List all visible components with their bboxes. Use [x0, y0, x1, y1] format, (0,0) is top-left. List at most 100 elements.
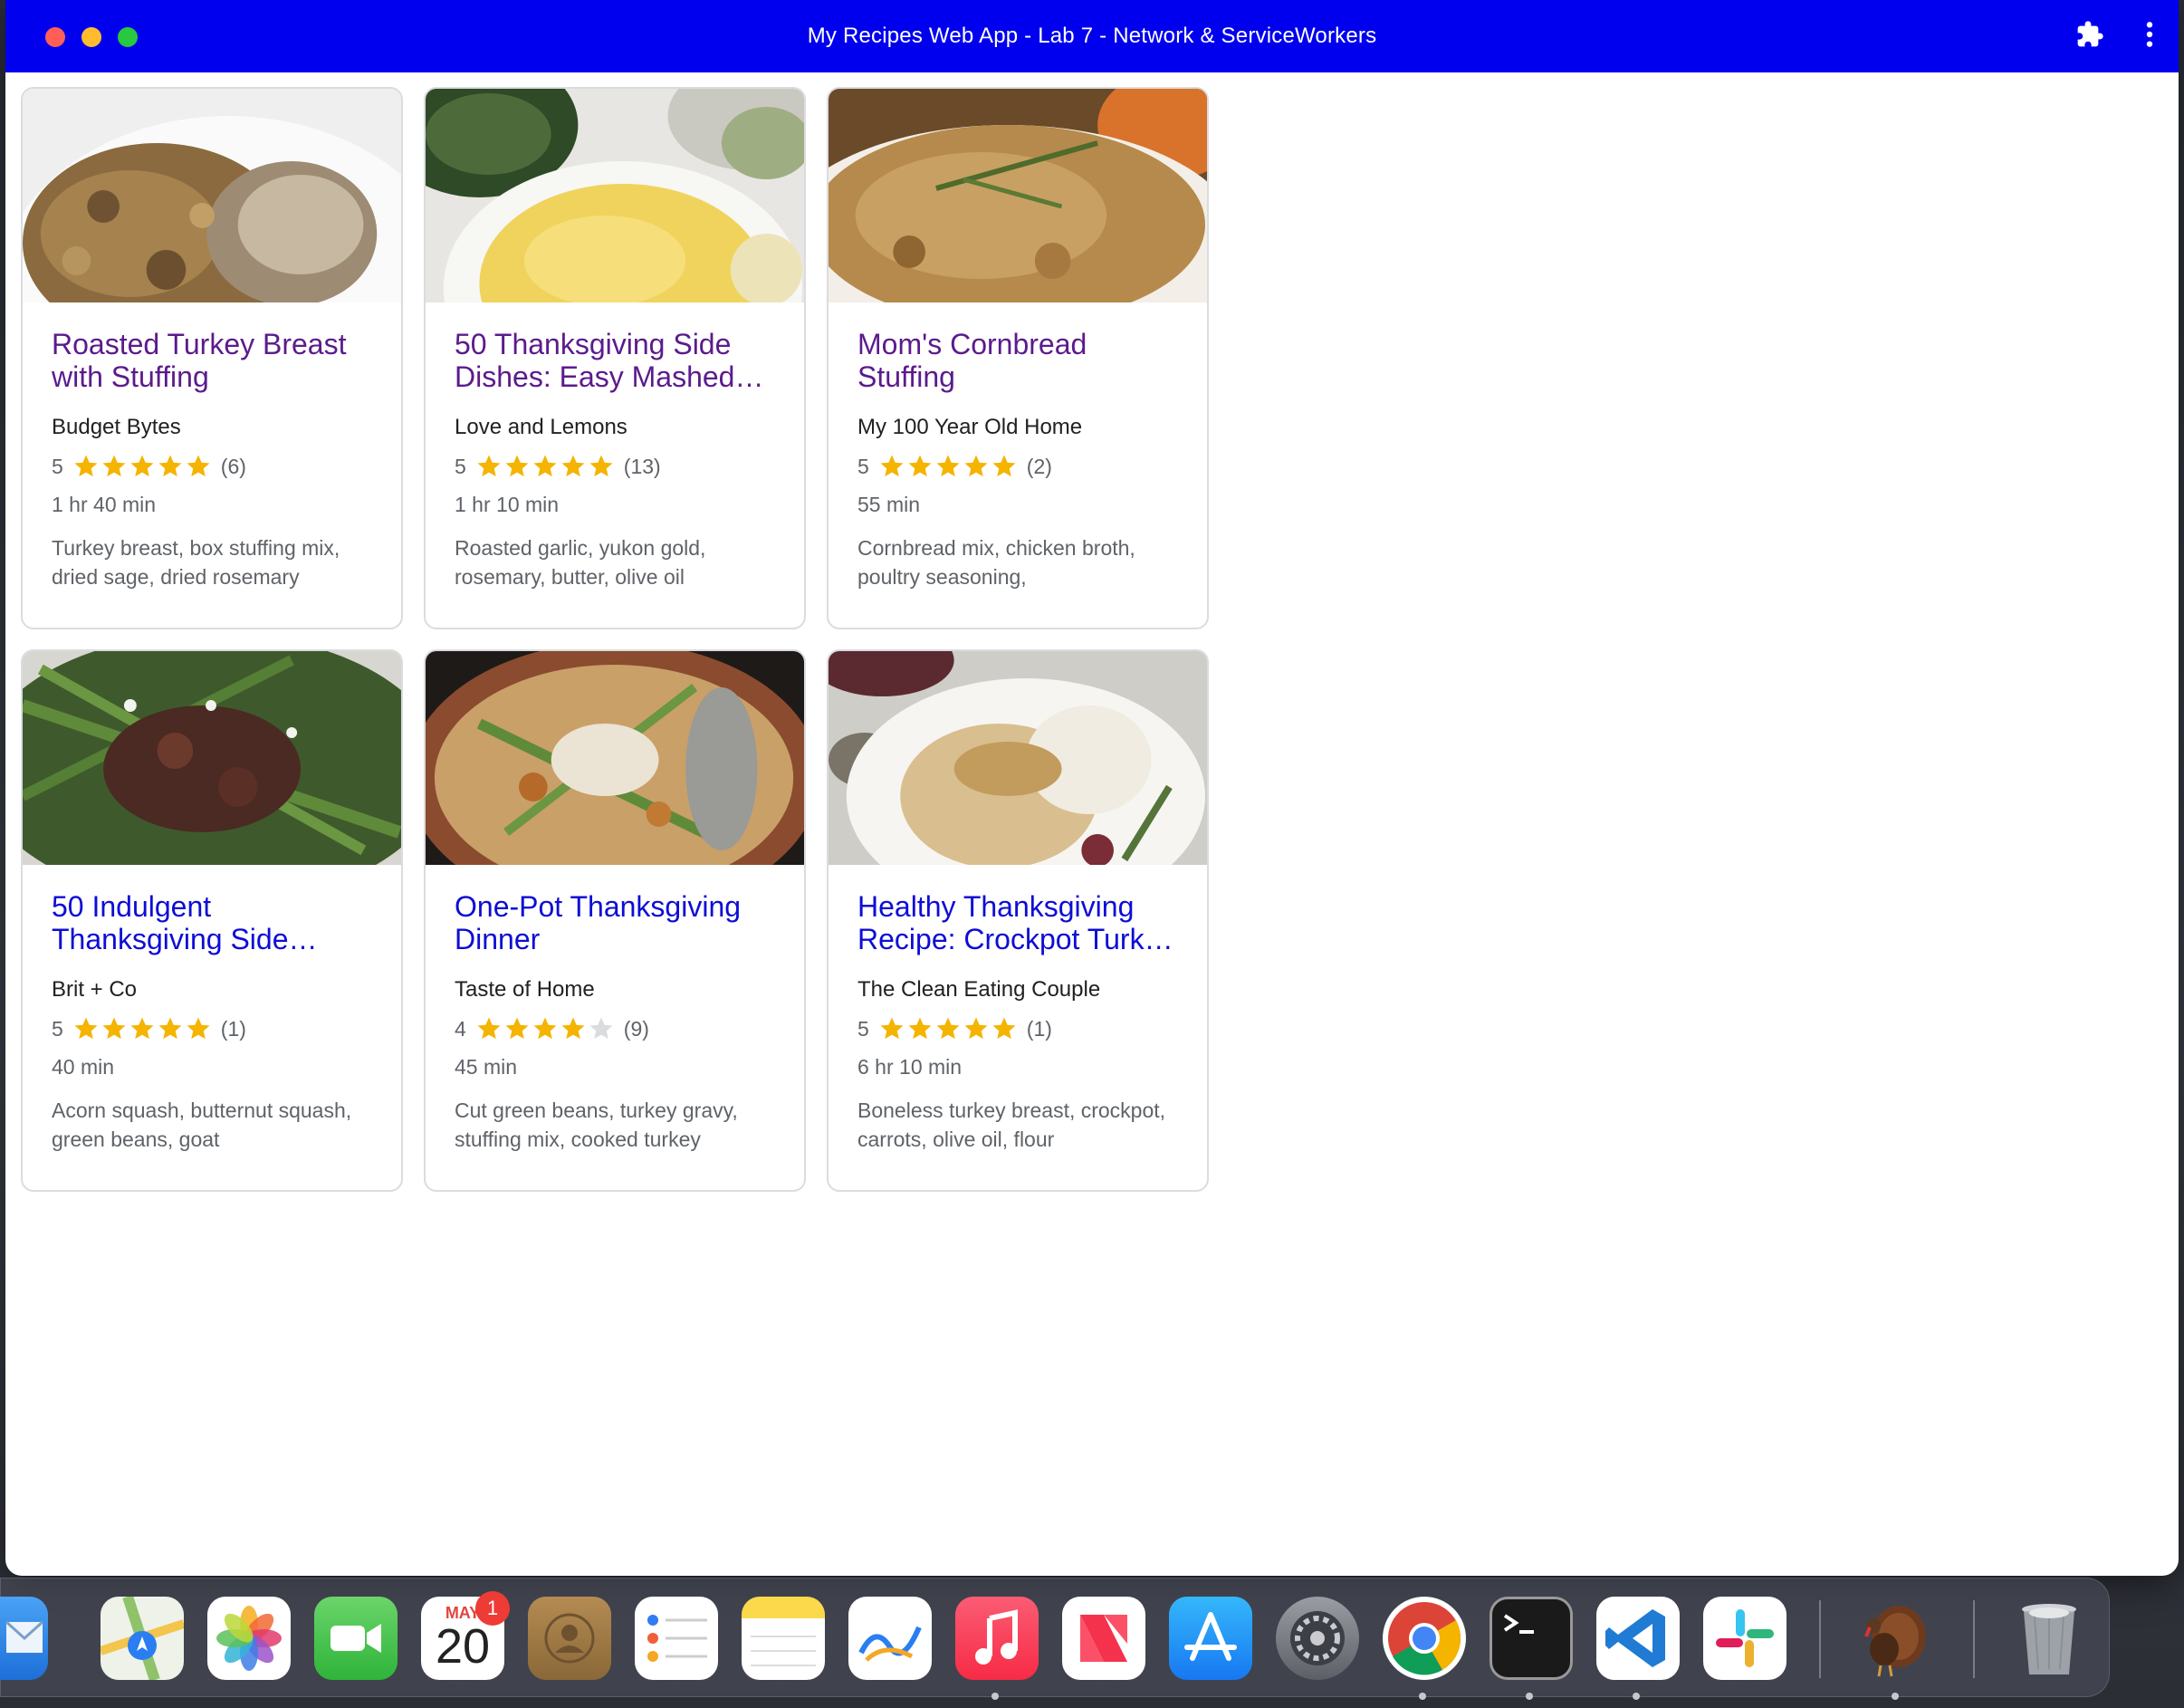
star-filled-icon [589, 455, 613, 477]
mashed-potatoes-image [426, 89, 804, 302]
one-pot-dinner-image [426, 651, 804, 865]
star-rating [878, 453, 1018, 480]
star-filled-icon [505, 455, 529, 477]
recipe-card[interactable]: 50 Thanksgiving Side Dishes: Easy Mashed… [424, 87, 806, 629]
star-filled-icon [561, 1017, 585, 1040]
star-filled-icon [880, 1017, 904, 1040]
star-filled-icon [505, 1017, 529, 1040]
star-filled-icon [74, 455, 98, 477]
dock-separator [1973, 1600, 1975, 1678]
browser-window: My Recipes Web App - Lab 7 - Network & S… [5, 0, 2179, 1576]
review-count: (9) [623, 1016, 649, 1041]
more-options-icon[interactable] [2144, 20, 2155, 49]
star-filled-icon [158, 455, 182, 477]
star-empty-icon [589, 1017, 613, 1040]
recipe-rating: 5 (1) [52, 1015, 372, 1042]
contacts-icon[interactable] [528, 1597, 611, 1680]
recipe-source: Brit + Co [52, 977, 138, 1002]
review-count: (1) [220, 1016, 246, 1041]
recipe-title-link[interactable]: One-Pot Thanksgiving Dinner [455, 890, 775, 955]
music-icon[interactable] [955, 1597, 1039, 1680]
app-store-icon[interactable] [1169, 1597, 1252, 1680]
recipe-ingredients: Acorn squash, butternut squash, green be… [52, 1099, 352, 1151]
vscode-icon[interactable] [1596, 1597, 1680, 1680]
review-count: (1) [1026, 1016, 1052, 1041]
recipe-ingredients: Cornbread mix, chicken broth, poultry se… [857, 536, 1135, 589]
freeform-icon[interactable] [848, 1597, 932, 1680]
running-indicator [1892, 1693, 1899, 1700]
rating-score: 4 [455, 1016, 466, 1041]
recipe-source: Love and Lemons [455, 415, 627, 439]
recipe-source: The Clean Eating Couple [857, 977, 1101, 1002]
window-title: My Recipes Web App - Lab 7 - Network & S… [807, 24, 1377, 48]
star-filled-icon [992, 455, 1016, 477]
star-rating [475, 1015, 615, 1042]
recipe-time: 45 min [455, 1055, 518, 1079]
system-settings-icon[interactable] [1276, 1597, 1359, 1680]
recipe-ingredients: Cut green beans, turkey gravy, stuffing … [455, 1099, 738, 1151]
recipe-rating: 5 (13) [455, 453, 775, 480]
recipe-ingredients: Boneless turkey breast, crockpot, carrot… [857, 1099, 1166, 1151]
extensions-puzzle-icon[interactable] [2075, 20, 2104, 49]
star-filled-icon [992, 1017, 1016, 1040]
maps-icon[interactable] [99, 1595, 186, 1682]
mail-icon[interactable] [0, 1597, 48, 1680]
turkey-stuffing-image [23, 89, 401, 302]
star-filled-icon [533, 455, 557, 477]
news-icon[interactable] [1062, 1597, 1145, 1680]
star-filled-icon [130, 1017, 154, 1040]
trash-icon[interactable] [2007, 1597, 2091, 1680]
calendar-icon[interactable]: MAY 20 1 [421, 1591, 510, 1680]
recipe-card[interactable]: 50 Indulgent Thanksgiving Side… Brit + C… [21, 649, 403, 1192]
star-filled-icon [908, 1017, 932, 1040]
minimize-window-button[interactable] [81, 27, 101, 47]
recipe-title-link[interactable]: 50 Indulgent Thanksgiving Side… [52, 890, 372, 955]
recipe-rating: 5 (1) [857, 1015, 1178, 1042]
recipe-rating: 5 (2) [857, 453, 1178, 480]
rating-score: 5 [455, 454, 466, 478]
recipe-rating: 4 (9) [455, 1015, 775, 1042]
recipe-card[interactable]: Roasted Turkey Breast with Stuffing Budg… [21, 87, 403, 629]
recipe-rating: 5 (6) [52, 453, 372, 480]
recipe-card[interactable]: Healthy Thanksgiving Recipe: Crockpot Tu… [827, 649, 1209, 1192]
star-filled-icon [533, 1017, 557, 1040]
star-filled-icon [908, 455, 932, 477]
close-window-button[interactable] [45, 27, 65, 47]
running-indicator [1526, 1693, 1533, 1700]
recipe-ingredients: Roasted garlic, yukon gold, rosemary, bu… [455, 536, 706, 589]
reminders-icon[interactable] [635, 1597, 718, 1680]
star-filled-icon [936, 455, 960, 477]
star-filled-icon [477, 1017, 501, 1040]
terminal-icon[interactable] [1490, 1597, 1573, 1680]
rating-score: 5 [52, 1016, 63, 1041]
calendar-notification-badge: 1 [475, 1591, 510, 1626]
recipe-card[interactable]: One-Pot Thanksgiving Dinner Taste of Hom… [424, 649, 806, 1192]
recipe-title-link[interactable]: Roasted Turkey Breast with Stuffing [52, 328, 372, 393]
star-filled-icon [102, 1017, 126, 1040]
star-filled-icon [561, 455, 585, 477]
recipe-source: Taste of Home [455, 977, 595, 1002]
title-bar: My Recipes Web App - Lab 7 - Network & S… [5, 0, 2179, 72]
star-filled-icon [158, 1017, 182, 1040]
maximize-window-button[interactable] [118, 27, 138, 47]
recipe-time: 55 min [857, 493, 921, 516]
star-filled-icon [964, 455, 988, 477]
recipe-card[interactable]: Mom's Cornbread Stuffing My 100 Year Old… [827, 87, 1209, 629]
notes-icon[interactable] [742, 1597, 825, 1680]
review-count: (6) [220, 454, 246, 478]
star-filled-icon [964, 1017, 988, 1040]
recipe-time: 1 hr 10 min [455, 493, 560, 516]
recipe-title-link[interactable]: Mom's Cornbread Stuffing [857, 328, 1178, 393]
rating-score: 5 [857, 454, 869, 478]
photos-icon[interactable] [207, 1597, 291, 1680]
recipe-title-link[interactable]: Healthy Thanksgiving Recipe: Crockpot Tu… [857, 890, 1178, 955]
star-rating [878, 1015, 1018, 1042]
chrome-icon[interactable] [1383, 1597, 1466, 1680]
cornbread-stuffing-image [829, 89, 1207, 302]
review-count: (13) [623, 454, 661, 478]
recipe-title-link[interactable]: 50 Thanksgiving Side Dishes: Easy Mashed… [455, 328, 775, 393]
facetime-icon[interactable] [314, 1597, 398, 1680]
recipe-ingredients: Turkey breast, box stuffing mix, dried s… [52, 536, 340, 589]
slack-icon[interactable] [1703, 1597, 1786, 1680]
turkey-app-icon[interactable] [1848, 1597, 1931, 1680]
